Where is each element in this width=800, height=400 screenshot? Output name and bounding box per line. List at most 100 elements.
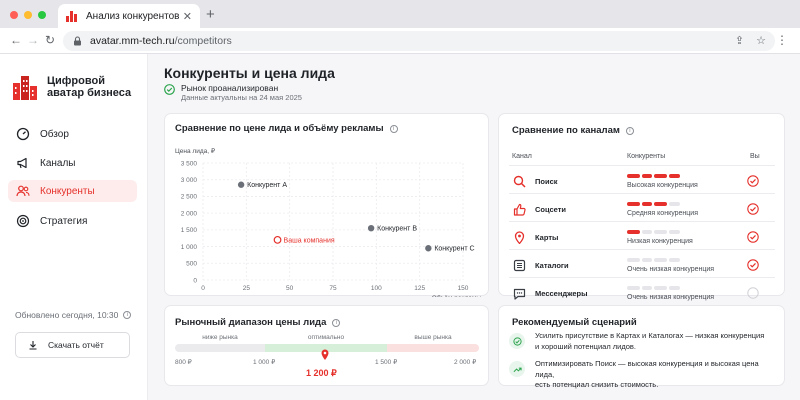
thumbs-up-icon [513, 203, 526, 216]
data-date-note: Данные актуальны на 24 мая 2025 [181, 93, 302, 102]
sidebar-item-label: Каналы [40, 157, 76, 169]
recommendation-line: Оптимизировать Поиск — высокая конкуренц… [535, 359, 759, 379]
segment-label-above: выше рынка [414, 334, 452, 341]
maximize-window-button[interactable] [38, 11, 46, 19]
competition-bar-segment [669, 202, 680, 206]
url-field[interactable]: avatar.mm-tech.ru/competitors [63, 31, 775, 51]
col-competitors: Конкуренты [627, 153, 666, 160]
channel-row[interactable]: Каталоги Очень низкая конкуренция [509, 249, 775, 280]
scatter-chart: Цена лида, ₽05001 0001 5002 0002 5003 00… [175, 147, 482, 297]
price-range-title-text: Рыночный диапазон цены лида [175, 317, 327, 328]
point-label: Ваша компания [284, 237, 335, 244]
tab-bar: Анализ конкурентов ✕ + [0, 0, 800, 28]
sidebar-item-strategy[interactable]: Стратегия [8, 210, 137, 232]
info-icon[interactable]: i [332, 318, 341, 327]
sidebar-item-overview[interactable]: Обзор [8, 123, 137, 145]
competition-bar-segment [654, 174, 667, 178]
chat-icon [513, 288, 526, 300]
status-text: Рынок проанализирован [181, 83, 279, 93]
x-tick-label: 125 [414, 285, 425, 292]
map-pin-marker-icon [321, 349, 329, 360]
scatter-point-own [273, 235, 282, 244]
segment-label-optimal: оптимально [307, 334, 345, 341]
channel-row[interactable]: Соцсети Средняя конкуренция [509, 193, 775, 224]
megaphone-icon [17, 157, 27, 169]
logo[interactable]: Цифровой аватар бизнеса [13, 74, 131, 100]
competition-level: Высокая конкуренция [627, 182, 698, 189]
new-tab-button[interactable]: + [206, 7, 215, 22]
segment-label-below: ниже рынка [202, 334, 238, 341]
sidebar-item-competitors[interactable]: Конкуренты [8, 180, 137, 202]
trend-up-icon [509, 361, 525, 377]
price-range-title: Рыночный диапазон цены лида i [175, 317, 341, 328]
current-price-value: 1 200 ₽ [306, 368, 337, 378]
check-circle-icon [747, 175, 759, 187]
url-host: avatar.mm-tech.ru [90, 35, 175, 47]
info-icon[interactable]: i [625, 126, 634, 135]
building-logo-icon [13, 76, 37, 100]
competition-level: Низкая конкуренция [627, 238, 693, 245]
point-label: Конкурент В [377, 226, 417, 233]
col-you: Вы [750, 153, 760, 160]
reload-icon[interactable]: ↻ [45, 34, 55, 47]
close-window-button[interactable] [10, 11, 18, 19]
competition-bar-segment [654, 230, 667, 234]
competition-bar-segment [642, 258, 652, 262]
download-report-button[interactable]: Скачать отчёт [15, 332, 130, 358]
competition-bar-segment [627, 230, 640, 234]
price-range-card: Рыночный диапазон цены лида i ниже рынка … [164, 305, 489, 386]
lock-icon [74, 36, 81, 46]
bookmark-star-icon[interactable]: ☆ [756, 34, 766, 47]
competition-bar-segment [627, 202, 640, 206]
channel-row[interactable]: Карты Низкая конкуренция [509, 221, 775, 252]
sidebar-item-label: Обзор [40, 128, 69, 140]
x-tick-label: 0 [201, 285, 205, 292]
y-tick-label: 500 [186, 261, 197, 268]
check-circle-icon [747, 259, 759, 271]
favicon-icon [66, 10, 78, 22]
tab-title: Анализ конкурентов [86, 10, 179, 22]
info-icon[interactable]: i [123, 311, 132, 319]
catalog-icon [513, 259, 526, 272]
recommendation-title: Рекомендуемый сценарий [512, 317, 637, 328]
channel-name: Соцсети [535, 205, 567, 214]
recommendation-line: Усилить присутствие в Картах и Каталогах… [535, 331, 765, 340]
browser-menu-icon[interactable]: ⋮ [776, 33, 788, 47]
url-path: /competitors [174, 35, 232, 47]
speedometer-icon [16, 127, 30, 141]
channel-name: Мессенджеры [535, 289, 588, 298]
address-bar: ← → ↻ avatar.mm-tech.ru/competitors ⇪ ☆ … [0, 28, 800, 54]
channel-row[interactable]: Мессенджеры Очень низкая конкуренция [509, 277, 775, 308]
y-tick-label: 1 500 [181, 227, 198, 234]
channel-row[interactable]: Поиск Высокая конкуренция [509, 165, 775, 196]
sidebar-item-label: Стратегия [40, 215, 88, 227]
channel-name: Каталоги [535, 261, 569, 270]
competition-bar-segment [669, 258, 680, 262]
competition-bar [627, 202, 687, 206]
scatter-point [237, 181, 245, 188]
check-circle-icon [747, 231, 759, 243]
x-axis-label: Объём рекламы [432, 294, 482, 297]
check-icon [509, 333, 525, 349]
y-tick-label: 0 [193, 277, 197, 284]
sidebar-item-channels[interactable]: Каналы [8, 152, 137, 174]
point-label: Конкурент А [247, 182, 287, 189]
competition-bar-segment [654, 202, 667, 206]
competition-bar [627, 230, 687, 234]
forward-arrow-icon[interactable]: → [27, 34, 39, 47]
competition-bar-segment [669, 286, 680, 290]
competition-level: Очень низкая конкуренция [627, 266, 715, 273]
share-icon[interactable]: ⇪ [735, 34, 744, 47]
browser-tab[interactable]: Анализ конкурентов ✕ [58, 4, 200, 28]
map-pin-icon [514, 231, 525, 244]
competition-bar-segment [654, 286, 667, 290]
scatter-point [367, 224, 375, 232]
back-arrow-icon[interactable]: ← [10, 34, 22, 47]
col-channel: Канал [512, 153, 532, 160]
close-tab-icon[interactable]: ✕ [183, 10, 192, 23]
competition-level: Средняя конкуренция [627, 210, 698, 217]
y-tick-label: 2 500 [181, 194, 198, 201]
minimize-window-button[interactable] [24, 11, 32, 19]
target-icon [16, 214, 30, 228]
channels-card-title: Сравнение по каналам i [512, 125, 634, 136]
